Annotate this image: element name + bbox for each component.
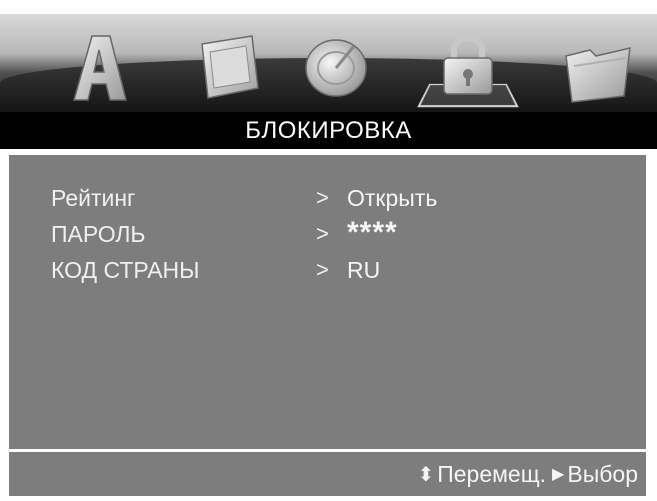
letter-a-icon [73,35,127,101]
move-hint-label: Перемещ. [437,460,547,487]
satellite-dish-icon [305,39,367,97]
menu-item-password[interactable]: ПАРОЛЬ > **** [51,216,631,251]
tab-sound[interactable] [192,26,268,106]
menu-panel: Рейтинг > Открыть ПАРОЛЬ > **** КОД СТРА… [9,155,646,449]
menu-item-country-code[interactable]: КОД СТРАНЫ > RU [51,257,631,287]
select-hint-label: Выбор [567,460,638,487]
menu-item-label: КОД СТРАНЫ [51,257,200,283]
osd-screen: БЛОКИРОВКА Рейтинг > Открыть ПАРОЛЬ > **… [0,0,657,501]
menu-item-rating[interactable]: Рейтинг > Открыть [51,185,631,215]
menu-item-value: RU [347,257,381,283]
chevron-right-icon: > [316,257,329,282]
menu-item-label: ПАРОЛЬ [51,221,146,247]
padlock-icon [443,35,493,95]
tab-picture[interactable] [60,26,136,106]
chevron-right-icon: > [316,221,329,246]
tab-setup[interactable] [560,26,636,106]
footer-hints: ⬍ Перемещ. ▶ Выбор [9,452,646,496]
top-edge-strip [0,0,657,14]
title-bar: БЛОКИРОВКА [0,112,657,149]
up-down-arrows-icon: ⬍ [417,463,435,486]
page-title: БЛОКИРОВКА [245,116,412,144]
move-hint: ⬍ Перемещ. ▶ Выбор [411,461,638,488]
tab-lock[interactable] [417,26,519,108]
menu-icon-bar [0,14,657,112]
right-triangle-icon: ▶ [552,466,565,483]
chevron-right-icon: > [316,185,329,210]
folder-icon [565,47,631,103]
menu-item-value: Открыть [347,185,438,211]
password-mask-value: **** [347,216,398,249]
tab-channel[interactable] [298,26,374,106]
screen-icon [201,35,259,99]
menu-item-label: Рейтинг [51,185,136,211]
